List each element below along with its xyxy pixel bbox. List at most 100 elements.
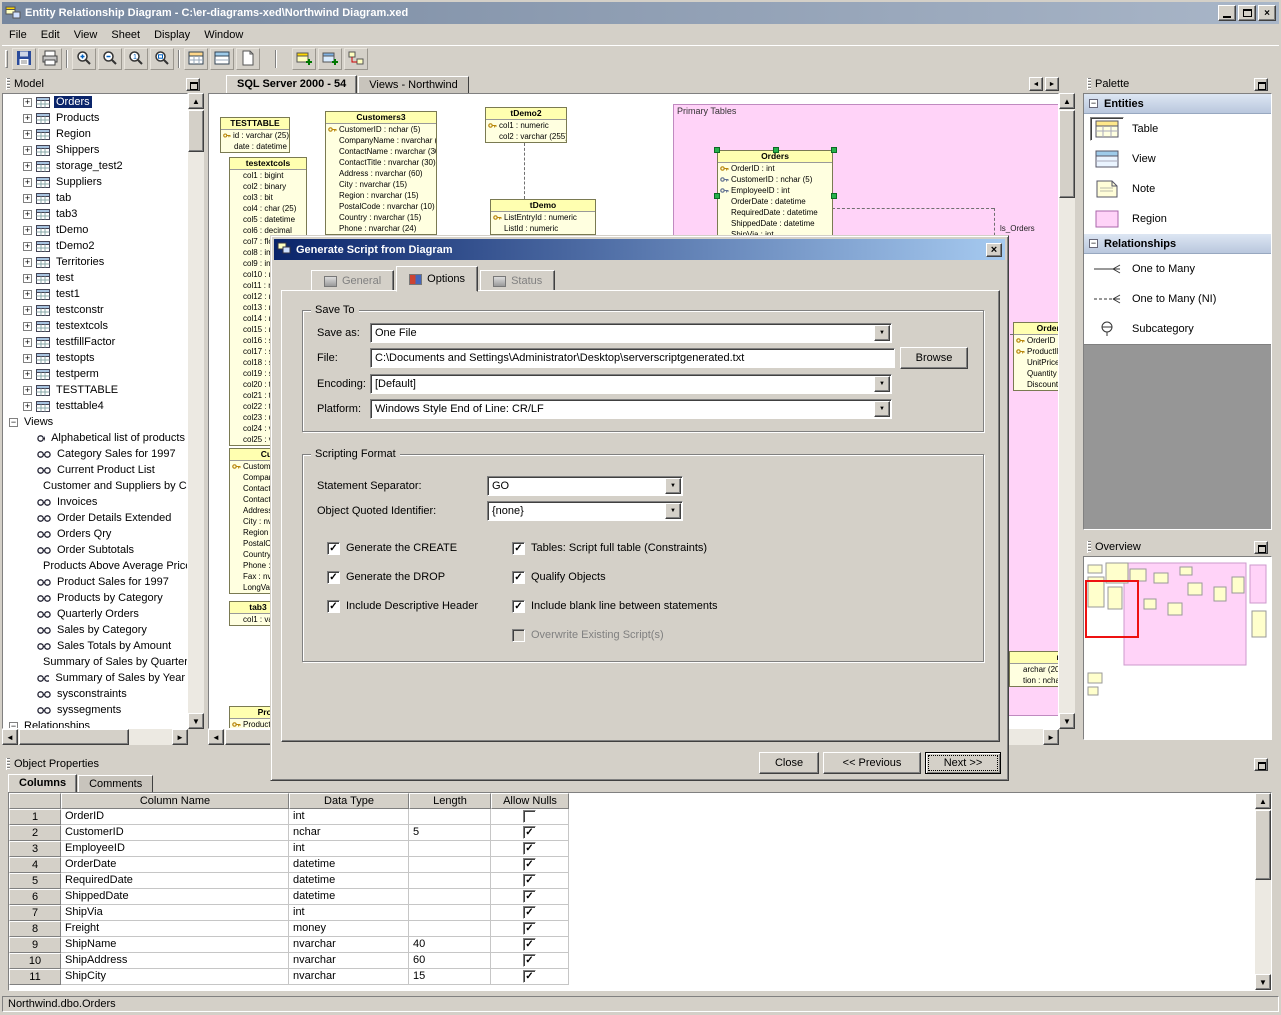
tree-item-summary-of-sales-by-quarter[interactable]: Summary of Sales by Quarter xyxy=(3,654,187,670)
browse-button[interactable]: Browse xyxy=(900,347,968,369)
cell-column-name[interactable]: OrderID xyxy=(61,809,289,825)
model-panel-float-button[interactable] xyxy=(186,77,200,91)
object-properties-float-button[interactable] xyxy=(1254,757,1268,771)
allow-nulls-checkbox[interactable]: ✓ xyxy=(523,826,536,839)
tree-item-sales-totals-by-amount[interactable]: Sales Totals by Amount xyxy=(3,638,187,654)
menu-edit[interactable]: Edit xyxy=(34,27,67,43)
tree-item-alphabetical-list-of-products[interactable]: Alphabetical list of products xyxy=(3,430,187,446)
tree-item-sysconstraints[interactable]: sysconstraints xyxy=(3,686,187,702)
tree-item-test[interactable]: + test xyxy=(3,270,187,286)
page-setup-button[interactable] xyxy=(236,48,260,70)
cell-column-name[interactable]: CustomerID xyxy=(61,825,289,841)
cell-length[interactable]: 5 xyxy=(409,825,491,841)
table-mode-button[interactable] xyxy=(184,48,208,70)
palette-item-note[interactable]: Note xyxy=(1084,174,1271,204)
checkbox-tables-script-full-table-constraints[interactable]: ✓ Tables: Script full table (Constraints) xyxy=(512,540,707,556)
tree-item-current-product-list[interactable]: Current Product List xyxy=(3,462,187,478)
checkbox-include-descriptive-header[interactable]: ✓ Include Descriptive Header xyxy=(327,598,478,614)
palette-item-view[interactable]: View xyxy=(1084,144,1271,174)
tree-item-products[interactable]: + Products xyxy=(3,110,187,126)
grid-row-shipcity[interactable]: 11 ShipCity nvarchar 15 ✓ xyxy=(9,969,1271,985)
grid-row-orderid[interactable]: 1 OrderID int xyxy=(9,809,1271,825)
tree-item-testextcols[interactable]: + testextcols xyxy=(3,318,187,334)
cell-data-type[interactable]: nvarchar xyxy=(289,953,409,969)
expand-plus-icon[interactable]: + xyxy=(23,337,32,347)
selection-handle[interactable] xyxy=(831,147,837,153)
palette-item-region[interactable]: Region xyxy=(1084,204,1271,234)
tree-item-shippers[interactable]: + Shippers xyxy=(3,142,187,158)
expand-plus-icon[interactable]: + xyxy=(23,385,32,395)
cell-column-name[interactable]: ShipVia xyxy=(61,905,289,921)
grid-row-shipname[interactable]: 9 ShipName nvarchar 40 ✓ xyxy=(9,937,1271,953)
new-relation-button[interactable] xyxy=(344,48,368,70)
tree-item-sales-by-category[interactable]: Sales by Category xyxy=(3,622,187,638)
cell-length[interactable] xyxy=(409,857,491,873)
palette-panel-float-button[interactable] xyxy=(1254,77,1268,91)
cell-length[interactable]: 15 xyxy=(409,969,491,985)
panel-grip[interactable] xyxy=(1087,541,1091,553)
cell-data-type[interactable]: nchar xyxy=(289,825,409,841)
relationship-line[interactable] xyxy=(524,143,525,199)
cell-data-type[interactable]: datetime xyxy=(289,873,409,889)
expand-plus-icon[interactable]: + xyxy=(23,209,32,219)
grid-row-employeeid[interactable]: 3 EmployeeID int ✓ xyxy=(9,841,1271,857)
scroll-thumb[interactable] xyxy=(1255,810,1271,880)
dialog-tab-status[interactable]: Status xyxy=(480,270,556,292)
canvas-vertical-scrollbar[interactable]: ▲ ▼ xyxy=(1059,93,1075,729)
expand-plus-icon[interactable]: + xyxy=(23,177,32,187)
cell-column-name[interactable]: OrderDate xyxy=(61,857,289,873)
menu-sheet[interactable]: Sheet xyxy=(104,27,147,43)
tree-item-suppliers[interactable]: + Suppliers xyxy=(3,174,187,190)
close-button[interactable]: Close xyxy=(759,752,819,774)
grid-row-shippeddate[interactable]: 6 ShippedDate datetime ✓ xyxy=(9,889,1271,905)
tree-item-territories[interactable]: + Territories xyxy=(3,254,187,270)
expand-plus-icon[interactable]: + xyxy=(23,225,32,235)
tree-item-customer-and-suppliers-by-city[interactable]: Customer and Suppliers by City xyxy=(3,478,187,494)
panel-grip[interactable] xyxy=(1087,78,1091,90)
allow-nulls-checkbox[interactable]: ✓ xyxy=(523,906,536,919)
allow-nulls-checkbox[interactable]: ✓ xyxy=(523,890,536,903)
save-button[interactable] xyxy=(12,48,36,70)
next-button[interactable]: Next >> xyxy=(925,752,1001,774)
cell-column-name[interactable]: Freight xyxy=(61,921,289,937)
minimize-button[interactable] xyxy=(1218,5,1236,21)
expand-plus-icon[interactable]: + xyxy=(23,113,32,123)
expand-plus-icon[interactable]: + xyxy=(23,129,32,139)
expand-plus-icon[interactable]: + xyxy=(23,161,32,171)
collapse-icon[interactable]: − xyxy=(1089,239,1098,248)
palette-item-one-to-many[interactable]: One to Many xyxy=(1084,254,1271,284)
scroll-down-button[interactable]: ▼ xyxy=(1255,974,1271,990)
tree-item-test1[interactable]: + test1 xyxy=(3,286,187,302)
tree-item-relationships[interactable]: − Relationships xyxy=(3,718,187,728)
diagram-tab-views-northwind[interactable]: Views - Northwind xyxy=(358,76,469,93)
model-tree-vertical-scrollbar[interactable]: ▲ ▼ xyxy=(188,93,204,729)
scroll-left-button[interactable]: ◄ xyxy=(2,729,18,745)
overview-minimap[interactable] xyxy=(1083,556,1272,740)
tree-item-testtable4[interactable]: + testtable4 xyxy=(3,398,187,414)
new-table-button[interactable] xyxy=(292,48,316,70)
tree-item-tab3[interactable]: + tab3 xyxy=(3,206,187,222)
expand-plus-icon[interactable]: + xyxy=(23,273,32,283)
tree-item-views[interactable]: − Views xyxy=(3,414,187,430)
overview-panel-float-button[interactable] xyxy=(1254,540,1268,554)
palette-section-entities[interactable]: − Entities xyxy=(1084,94,1271,114)
cell-length[interactable] xyxy=(409,889,491,905)
dropdown-arrow-icon[interactable]: ▼ xyxy=(665,478,681,494)
expand-plus-icon[interactable]: + xyxy=(23,241,32,251)
allow-nulls-checkbox[interactable]: ✓ xyxy=(523,842,536,855)
zoom-out-button[interactable] xyxy=(98,48,122,70)
toolbar-grip[interactable] xyxy=(5,50,8,68)
panel-grip[interactable] xyxy=(6,758,10,770)
palette-item-one-to-many-ni[interactable]: One to Many (NI) xyxy=(1084,284,1271,314)
expand-plus-icon[interactable]: + xyxy=(23,401,32,411)
dropdown-arrow-icon[interactable]: ▼ xyxy=(665,503,681,519)
tree-item-products-by-category[interactable]: Products by Category xyxy=(3,590,187,606)
tree-item-testconstr[interactable]: + testconstr xyxy=(3,302,187,318)
allow-nulls-checkbox[interactable]: ✓ xyxy=(523,858,536,871)
cell-length[interactable] xyxy=(409,873,491,889)
expand-plus-icon[interactable]: + xyxy=(23,145,32,155)
cell-data-type[interactable]: datetime xyxy=(289,889,409,905)
cell-length[interactable] xyxy=(409,905,491,921)
tree-item-orders-qry[interactable]: Orders Qry xyxy=(3,526,187,542)
scroll-down-button[interactable]: ▼ xyxy=(188,713,204,729)
